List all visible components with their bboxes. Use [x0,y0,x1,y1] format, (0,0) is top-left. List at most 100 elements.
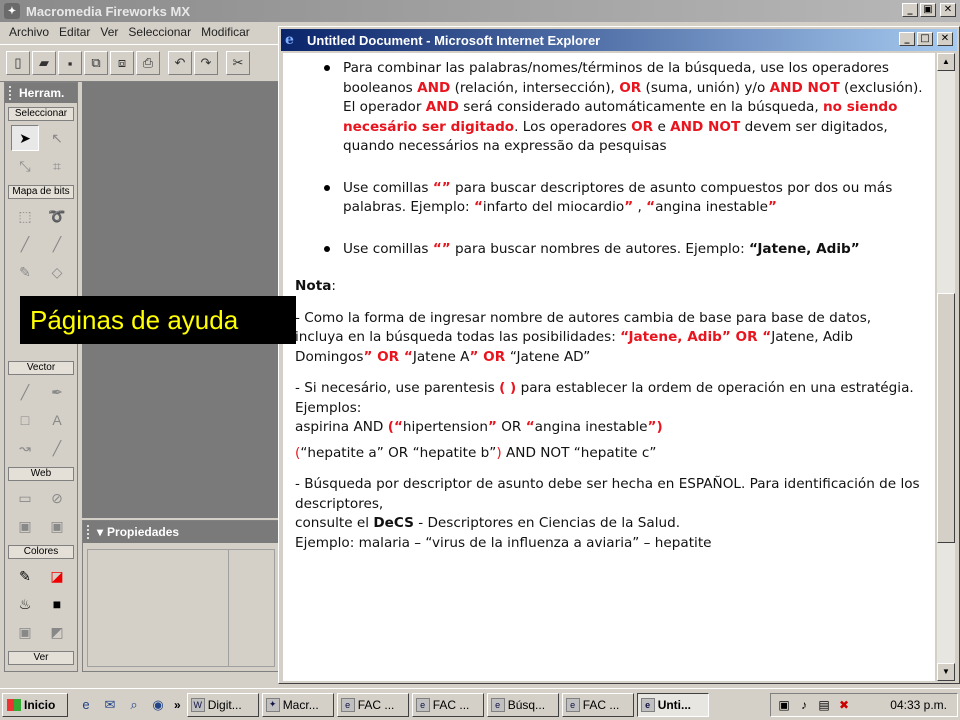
tools-section-colors: Colores [8,545,74,559]
lasso-tool-icon[interactable]: ➰ [43,203,71,229]
default-colors-icon[interactable]: ▣ [11,619,39,645]
network-icon[interactable]: ▣ [777,698,791,712]
example-text: hipertension [402,419,488,435]
knife-tool-icon[interactable]: ╱ [43,435,71,461]
text: - Si necesário, use parentesis [295,380,500,396]
show-slices-icon[interactable]: ▣ [43,513,71,539]
close-button[interactable]: ✕ [940,3,956,17]
parentheses: ( ) [499,380,517,396]
save-icon[interactable]: ▪ [58,51,82,75]
subselect-tool-icon[interactable]: ↖ [43,125,71,151]
undo-icon[interactable]: ↶ [168,51,192,75]
menu-seleccionar[interactable]: Seleccionar [123,25,196,39]
connection-error-icon[interactable]: ✖ [837,698,851,712]
tools-section-select: Seleccionar [8,107,74,121]
stroke-color-icon[interactable]: ✎ [11,563,39,589]
taskbar-item-fireworks[interactable]: ✦ Macr... [261,692,334,717]
windows-logo-icon [7,698,21,711]
ie-icon: e [565,697,580,712]
menu-editar[interactable]: Editar [54,25,95,39]
keyword-and: AND [417,79,451,96]
tools-panel-header[interactable]: Herram. [5,83,77,103]
properties-panel-header[interactable]: ▾ Propiedades [83,521,279,543]
freeform-tool-icon[interactable]: ↝ [11,435,39,461]
minimize-button[interactable]: _ [902,3,918,17]
taskbar-item-word[interactable]: W Digit... [186,692,259,717]
text: consulte el [295,515,374,531]
magic-wand-icon[interactable]: ╱ [11,231,39,257]
taskbar-item-ie-fac-3[interactable]: e FAC ... [561,692,634,717]
taskbar-item-ie-fac-1[interactable]: e FAC ... [336,692,409,717]
brush-tool-icon[interactable]: ╱ [43,231,71,257]
crop-tool-icon[interactable]: ⌗ [43,153,71,179]
print-icon[interactable]: ⎙ [136,51,160,75]
scroll-down-icon[interactable]: ▼ [937,663,955,681]
eraser-tool-icon[interactable]: ◇ [43,259,71,285]
pointer-tool-icon[interactable]: ➤ [11,125,39,151]
email-quicklaunch-icon[interactable]: ✉ [100,695,120,715]
ie-title: Untitled Document - Microsoft Internet E… [307,32,601,48]
ie-minimize-button[interactable]: _ [899,32,915,46]
swap-colors-icon[interactable]: ◩ [43,619,71,645]
start-label: Inicio [24,697,56,712]
speaker-icon[interactable]: ♪ [797,698,811,712]
menu-modificar[interactable]: Modificar [196,25,255,39]
cut-icon[interactable]: ✂ [226,51,250,75]
quicklaunch-more-icon[interactable]: » [174,698,181,712]
menu-ver[interactable]: Ver [95,25,123,39]
system-tray: ▣ ♪ ▤ ✖ 04:33 p.m. [770,693,958,717]
display-icon[interactable]: ▤ [817,698,831,712]
fill-swatch-icon[interactable]: ■ [43,591,71,617]
decs-label: DeCS [373,515,414,531]
author-variant: “Jatene AD” [509,348,591,365]
keyword-and-not: AND NOT [769,79,840,96]
ie-maximize-button[interactable]: □ [917,32,933,46]
keyword-and-not: AND NOT [670,118,741,135]
text-tool-icon[interactable]: A [43,407,71,433]
example-text: aspirina AND [295,419,388,435]
quote-mark: “ [403,348,413,365]
open-folder-icon[interactable]: ▰ [32,51,56,75]
maximize-button[interactable]: ▣ [920,3,936,17]
pencil-tool-icon[interactable]: ✎ [11,259,39,285]
start-button[interactable]: Inicio [2,692,68,717]
text: Use comillas [343,179,433,196]
tools-panel-title: Herram. [19,86,65,100]
quote-marks: “” [432,179,451,196]
properties-panel: ▾ Propiedades [82,520,280,672]
menu-archivo[interactable]: Archivo [4,25,54,39]
keyword-or: OR [619,79,642,96]
scroll-thumb[interactable] [937,293,955,543]
clock: 04:33 p.m. [890,698,947,712]
hotspot-tool-icon[interactable]: ▭ [11,485,39,511]
ie-quicklaunch-icon[interactable]: e [76,695,96,715]
search-quicklaunch-icon[interactable]: ⌕ [124,695,144,715]
slice-tool-icon[interactable]: ⊘ [43,485,71,511]
media-quicklaunch-icon[interactable]: ◉ [148,695,168,715]
panel-collapse-icon[interactable]: ▾ [97,525,103,539]
new-file-icon[interactable]: ▯ [6,51,30,75]
taskbar-item-ie-busq[interactable]: e Búsq... [486,692,559,717]
scale-tool-icon[interactable]: ⤡ [11,153,39,179]
taskbar: Inicio e ✉ ⌕ ◉ » W Digit... ✦ Macr... e FAC… [0,688,960,720]
marquee-tool-icon[interactable]: ⬚ [11,203,39,229]
line-tool-icon[interactable]: ╱ [11,379,39,405]
stroke-swatch-icon[interactable]: ◪ [43,563,71,589]
text: - Descriptores en Ciencias de la Salud. [413,515,681,531]
text: infarto del miocardio [482,199,625,215]
rectangle-tool-icon[interactable]: □ [11,407,39,433]
ie-titlebar[interactable]: e Untitled Document - Microsoft Internet… [281,29,957,51]
taskbar-item-ie-untitled[interactable]: e Unti... [636,692,709,717]
ie-vertical-scrollbar[interactable]: ▲ ▼ [937,53,955,681]
pen-tool-icon[interactable]: ✒ [43,379,71,405]
fireworks-titlebar[interactable]: ✦ Macromedia Fireworks MX _ ▣ ✕ [0,0,960,22]
fill-bucket-icon[interactable]: ♨ [11,591,39,617]
taskbar-item-ie-fac-2[interactable]: e FAC ... [411,692,484,717]
ie-icon: e [640,697,655,712]
redo-icon[interactable]: ↷ [194,51,218,75]
export-icon[interactable]: ⧈ [110,51,134,75]
import-icon[interactable]: ⧉ [84,51,108,75]
ie-close-button[interactable]: ✕ [937,32,953,46]
hide-slices-icon[interactable]: ▣ [11,513,39,539]
scroll-up-icon[interactable]: ▲ [937,53,955,71]
